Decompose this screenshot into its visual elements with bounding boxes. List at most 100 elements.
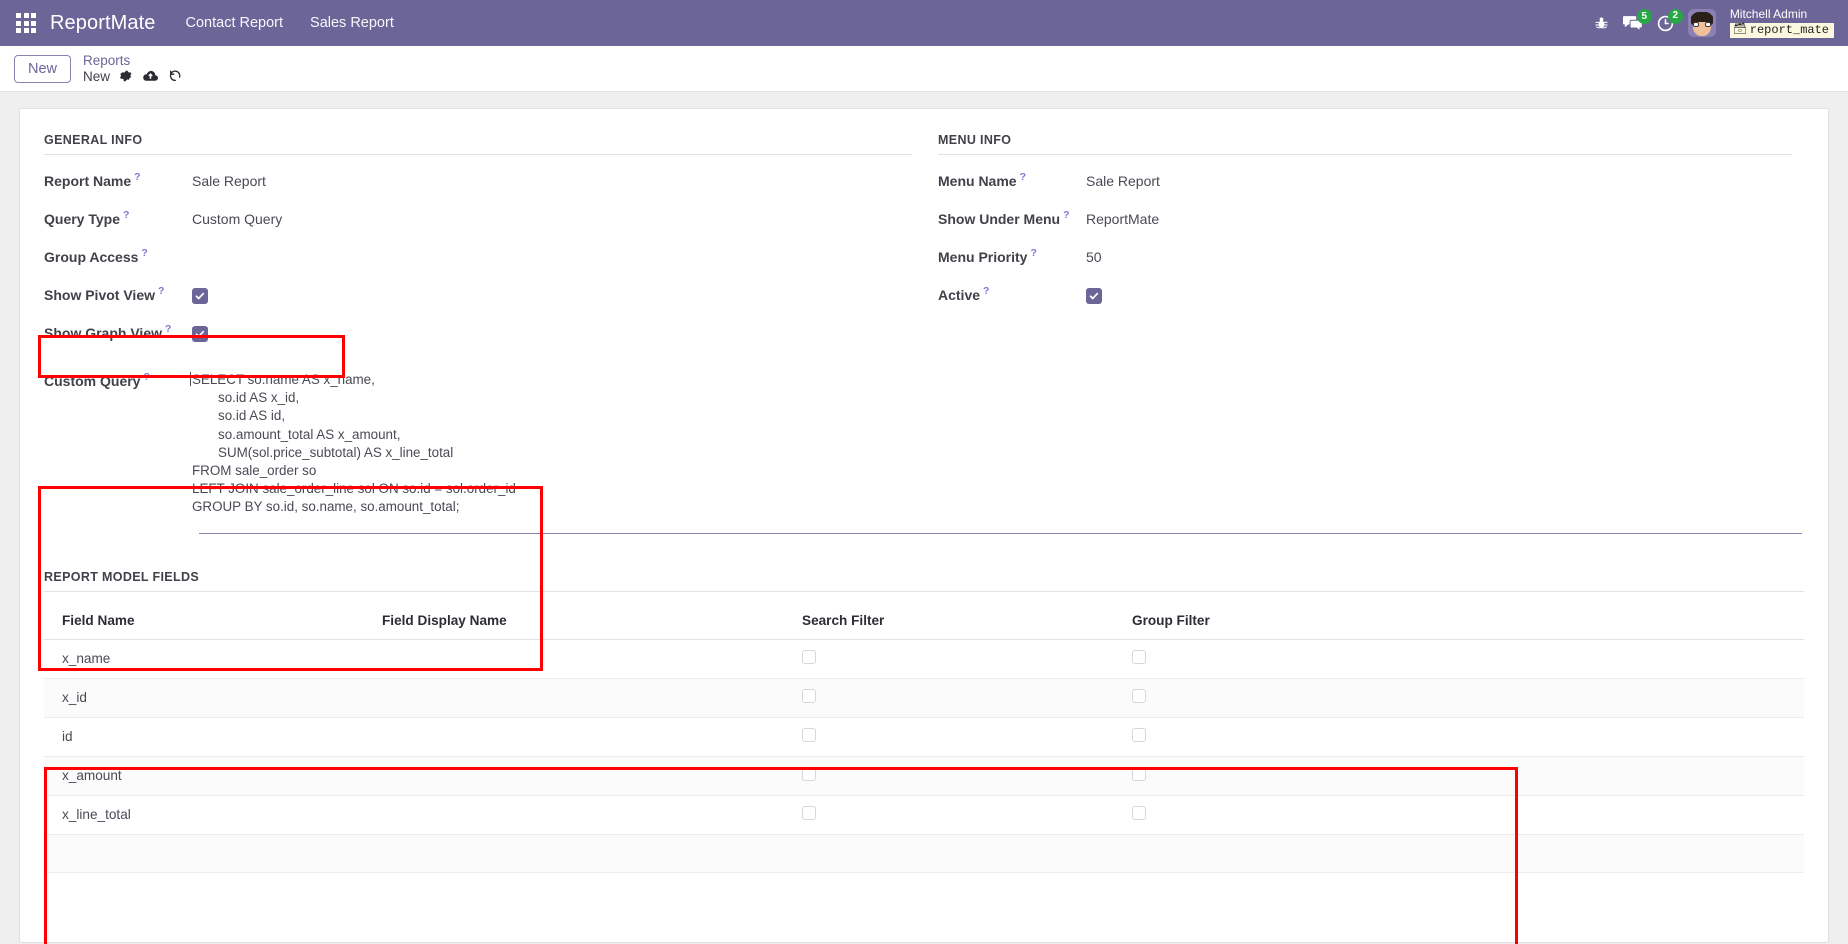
- report-model-fields-title: REPORT MODEL FIELDS: [44, 570, 1804, 592]
- field-row-custom-query: Custom Query ? SELECT so.name AS x_name,…: [44, 369, 1804, 517]
- database-icon: 🗃: [1732, 23, 1747, 36]
- help-icon[interactable]: ?: [134, 171, 140, 183]
- label-show-under-menu-text: Show Under Menu: [938, 211, 1061, 227]
- new-button[interactable]: New: [14, 54, 72, 83]
- field-row-query-type: Query Type ? Custom Query: [44, 207, 914, 245]
- activities-clock-icon[interactable]: 2: [1657, 8, 1683, 32]
- cell-group-filter[interactable]: [1114, 678, 1804, 718]
- checkbox-search-filter[interactable]: [802, 727, 816, 742]
- brand-title[interactable]: ReportMate: [50, 12, 156, 35]
- cell-field-name[interactable]: x_name: [44, 639, 364, 679]
- form-scroll-area: GENERAL INFO Report Name ? Sale Report Q…: [0, 92, 1848, 944]
- value-show-under-menu[interactable]: ReportMate: [1086, 207, 1159, 227]
- form-columns: GENERAL INFO Report Name ? Sale Report Q…: [44, 133, 1804, 359]
- user-menu[interactable]: Mitchell Admin 🗃 report_mate: [1729, 8, 1834, 38]
- checkbox-show-pivot-view[interactable]: [192, 288, 208, 304]
- help-icon[interactable]: ?: [1063, 209, 1069, 221]
- table-row[interactable]: x_name: [44, 639, 1804, 679]
- apps-grid-icon[interactable]: [16, 13, 36, 33]
- table-head: Field Name Field Display Name Search Fil…: [44, 603, 1804, 640]
- help-icon[interactable]: ?: [1020, 171, 1026, 183]
- checkbox-active[interactable]: [1086, 288, 1102, 304]
- label-query-type: Query Type ?: [44, 207, 192, 227]
- checkbox-search-filter[interactable]: [802, 649, 816, 664]
- column-header-field-name[interactable]: Field Name: [44, 603, 364, 640]
- nav-item-contact-report[interactable]: Contact Report: [186, 15, 284, 31]
- label-menu-name-text: Menu Name: [938, 173, 1017, 189]
- nav-item-sales-report[interactable]: Sales Report: [310, 15, 394, 31]
- checkbox-search-filter[interactable]: [802, 688, 816, 703]
- cloud-upload-icon[interactable]: [142, 70, 159, 83]
- cell-field-name[interactable]: x_id: [44, 678, 364, 718]
- cell-field-display-name[interactable]: [364, 756, 784, 796]
- checkbox-group-filter[interactable]: [1132, 805, 1146, 820]
- column-header-field-display-name[interactable]: Field Display Name: [364, 603, 784, 640]
- breadcrumb-current-label: New: [83, 68, 111, 84]
- value-query-type[interactable]: Custom Query: [192, 207, 282, 227]
- cell-empty: [784, 834, 1114, 873]
- cell-field-display-name[interactable]: [364, 678, 784, 718]
- checkbox-group-filter[interactable]: [1132, 766, 1146, 781]
- column-header-group-filter[interactable]: Group Filter: [1114, 603, 1804, 640]
- table-row[interactable]: x_line_total: [44, 795, 1804, 835]
- label-show-under-menu: Show Under Menu ?: [938, 207, 1086, 227]
- label-report-name: Report Name ?: [44, 169, 192, 189]
- report-model-fields-group: REPORT MODEL FIELDS Field Name Field Dis…: [44, 570, 1804, 873]
- help-icon[interactable]: ?: [1030, 247, 1036, 259]
- help-icon[interactable]: ?: [123, 209, 129, 221]
- checkbox-search-filter[interactable]: [802, 766, 816, 781]
- help-icon[interactable]: ?: [158, 285, 164, 297]
- field-row-group-access: Group Access ?: [44, 245, 914, 283]
- gear-icon[interactable]: [119, 69, 133, 83]
- cell-field-name[interactable]: x_line_total: [44, 795, 364, 835]
- cell-group-filter[interactable]: [1114, 717, 1804, 757]
- messages-icon[interactable]: 5: [1622, 9, 1652, 31]
- menu-info-group: MENU INFO Menu Name ? Sale Report Show U…: [924, 133, 1804, 359]
- custom-query-textarea[interactable]: SELECT so.name AS x_name, so.id AS x_id,…: [190, 369, 516, 517]
- table-row[interactable]: id: [44, 717, 1804, 757]
- table-row[interactable]: x_amount: [44, 756, 1804, 796]
- menu-info-title: MENU INFO: [938, 133, 1792, 155]
- cell-field-display-name[interactable]: [364, 639, 784, 679]
- checkbox-group-filter[interactable]: [1132, 727, 1146, 742]
- checkbox-group-filter[interactable]: [1132, 649, 1146, 664]
- cell-search-filter[interactable]: [784, 717, 1114, 757]
- label-show-pivot-view-text: Show Pivot View: [44, 287, 155, 303]
- table-row[interactable]: x_id: [44, 678, 1804, 718]
- label-active-text: Active: [938, 287, 981, 303]
- cell-search-filter[interactable]: [784, 678, 1114, 718]
- cell-field-name[interactable]: id: [44, 717, 364, 757]
- bug-icon[interactable]: [1594, 16, 1609, 31]
- help-icon[interactable]: ?: [165, 323, 171, 335]
- cell-add-line[interactable]: [44, 834, 364, 873]
- field-row-show-under-menu: Show Under Menu ? ReportMate: [938, 207, 1794, 245]
- help-icon[interactable]: ?: [141, 247, 147, 259]
- checkbox-show-graph-view[interactable]: [192, 326, 208, 342]
- cell-search-filter[interactable]: [784, 795, 1114, 835]
- value-menu-priority[interactable]: 50: [1086, 245, 1102, 265]
- label-report-name-text: Report Name: [44, 173, 132, 189]
- cell-field-name[interactable]: x_amount: [44, 756, 364, 796]
- form-sheet: GENERAL INFO Report Name ? Sale Report Q…: [19, 108, 1829, 944]
- avatar[interactable]: [1687, 9, 1716, 37]
- table-add-row[interactable]: [44, 834, 1804, 873]
- cell-field-display-name[interactable]: [364, 717, 784, 757]
- help-icon[interactable]: ?: [983, 285, 989, 297]
- report-model-fields-table: Field Name Field Display Name Search Fil…: [44, 603, 1804, 873]
- breadcrumb-parent-reports[interactable]: Reports: [83, 53, 182, 69]
- value-report-name[interactable]: Sale Report: [192, 169, 266, 189]
- label-group-access-text: Group Access: [44, 249, 139, 265]
- column-header-search-filter[interactable]: Search Filter: [784, 603, 1114, 640]
- cell-group-filter[interactable]: [1114, 795, 1804, 835]
- help-icon[interactable]: ?: [143, 371, 149, 383]
- value-menu-name[interactable]: Sale Report: [1086, 169, 1160, 189]
- cell-group-filter[interactable]: [1114, 639, 1804, 679]
- cell-search-filter[interactable]: [784, 639, 1114, 679]
- checkbox-group-filter[interactable]: [1132, 688, 1146, 703]
- undo-icon[interactable]: [168, 69, 182, 83]
- cell-group-filter[interactable]: [1114, 756, 1804, 796]
- navbar-right-group: 5 2 Mitchell Admin 🗃 report_mate: [1594, 8, 1838, 38]
- checkbox-search-filter[interactable]: [802, 805, 816, 820]
- cell-search-filter[interactable]: [784, 756, 1114, 796]
- cell-field-display-name[interactable]: [364, 795, 784, 835]
